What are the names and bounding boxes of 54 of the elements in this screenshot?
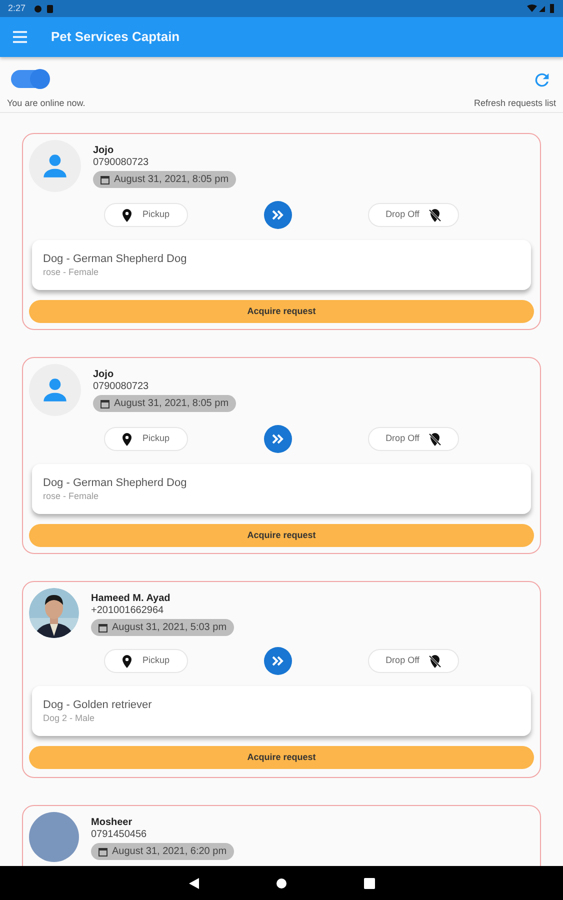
drop-off-button[interactable]: Drop Off [368, 427, 459, 451]
pet-details: rose - Female [43, 266, 100, 278]
pickup-button[interactable]: Pickup [104, 649, 188, 673]
pet-details: Dog 2 - Male [43, 712, 96, 724]
drop-off-button[interactable]: Drop Off [368, 649, 459, 673]
online-toggle[interactable] [11, 70, 49, 88]
location-off-icon [429, 208, 442, 222]
customer-phone: 0790080723 [93, 381, 149, 393]
double-chevron-icon [272, 434, 284, 444]
calendar-icon [100, 398, 110, 408]
menu-icon[interactable] [13, 31, 27, 43]
location-off-icon [429, 654, 442, 668]
customer-phone: +201001662964 [91, 605, 164, 617]
recents-icon[interactable] [364, 878, 374, 888]
customer-name: Mosheer [91, 817, 132, 829]
forward-button[interactable] [264, 425, 292, 453]
refresh-label: Refresh requests list [474, 97, 556, 110]
home-icon[interactable] [276, 878, 286, 888]
calendar-icon [98, 622, 108, 632]
acquire-request-button[interactable]: Acquire request [29, 524, 534, 547]
status-time: 2:27 [8, 2, 26, 15]
drop-off-button[interactable]: Drop Off [368, 203, 459, 227]
customer-name: Hameed M. Ayad [91, 593, 170, 605]
location-off-icon [429, 432, 442, 446]
pickup-button[interactable]: Pickup [104, 427, 188, 451]
pickup-button[interactable]: Pickup [104, 203, 188, 227]
pet-details: rose - Female [43, 490, 100, 502]
calendar-icon [98, 846, 108, 856]
customer-name: Jojo [93, 369, 114, 381]
pet-breed: Dog - German Shepherd Dog [43, 476, 188, 490]
online-status-text: You are online now. [7, 97, 86, 110]
forward-button[interactable] [264, 647, 292, 675]
date-text: August 31, 2021, 8:05 pm [114, 397, 229, 411]
forward-button[interactable] [264, 201, 292, 229]
acquire-request-button[interactable]: Acquire request [29, 300, 534, 323]
date-text: August 31, 2021, 6:20 pm [112, 845, 227, 859]
customer-phone: 0791450456 [91, 829, 147, 841]
system-status-icons [527, 4, 555, 13]
location-pin-icon [122, 654, 132, 668]
location-pin-icon [122, 208, 132, 222]
acquire-request-button[interactable]: Acquire request [29, 746, 534, 769]
calendar-icon [100, 174, 110, 184]
app-title: Pet Services Captain [51, 28, 180, 46]
customer-phone: 0790080723 [93, 157, 149, 169]
double-chevron-icon [272, 210, 284, 220]
double-chevron-icon [272, 656, 284, 666]
pet-breed: Dog - German Shepherd Dog [43, 252, 188, 266]
back-icon[interactable] [188, 878, 198, 888]
date-text: August 31, 2021, 8:05 pm [114, 173, 229, 187]
date-text: August 31, 2021, 5:03 pm [112, 621, 227, 635]
customer-name: Jojo [93, 145, 114, 157]
notification-icons [34, 4, 56, 12]
pet-breed: Dog - Golden retriever [43, 698, 153, 712]
location-pin-icon [122, 432, 132, 446]
